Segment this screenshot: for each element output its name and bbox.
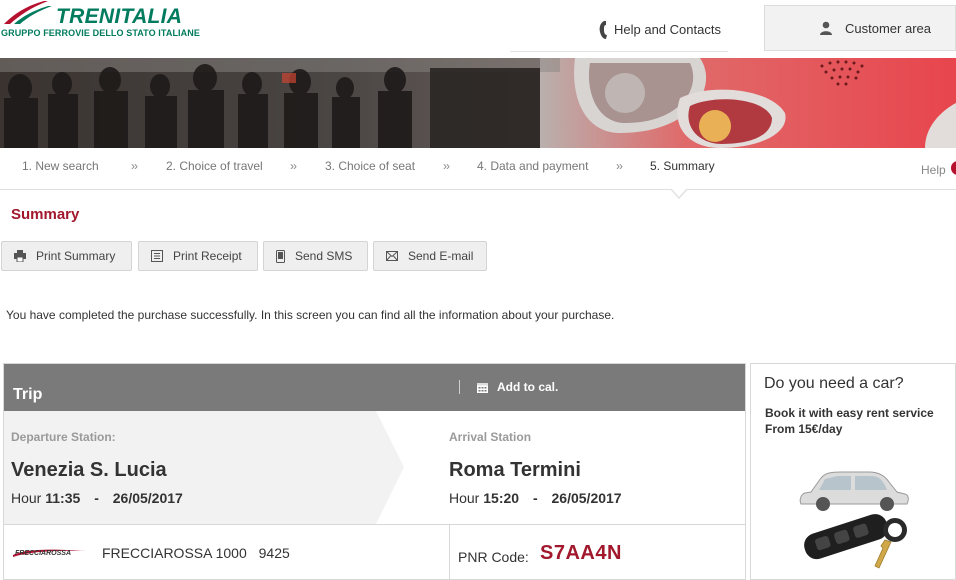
pnr-label: PNR Code: bbox=[458, 549, 529, 565]
help-contacts-label: Help and Contacts bbox=[614, 22, 721, 37]
car-promo-title: Do you need a car? bbox=[764, 375, 904, 392]
car-rental-promo[interactable]: Do you need a car? Book it with easy ren… bbox=[750, 363, 956, 580]
user-icon bbox=[820, 21, 832, 35]
direction-arrow bbox=[376, 411, 404, 524]
step-summary: 5. Summary bbox=[650, 159, 715, 173]
date-separator: - bbox=[94, 490, 99, 506]
train-model: FRECCIAROSSA 1000 bbox=[102, 545, 247, 561]
site-header: TRENITALIA GRUPPO FERROVIE DELLO STATO I… bbox=[0, 0, 956, 58]
phone-icon bbox=[599, 20, 607, 39]
hour-label: Hour bbox=[11, 490, 42, 506]
divider bbox=[459, 380, 460, 394]
arrival-hour: 15:20 bbox=[483, 490, 520, 506]
frecciarossa-logo: FRECCIAROSSA bbox=[13, 549, 87, 557]
divider bbox=[449, 525, 450, 579]
add-to-calendar-button[interactable]: Add to cal. bbox=[477, 380, 558, 394]
trenitalia-logo[interactable]: TRENITALIA GRUPPO FERROVIE DELLO STATO I… bbox=[0, 0, 200, 50]
arrival-time: Hour 15:20 - 26/05/2017 bbox=[449, 490, 622, 506]
step-choice-of-seat[interactable]: 3. Choice of seat bbox=[325, 159, 415, 173]
printer-icon bbox=[14, 250, 26, 262]
print-summary-label: Print Summary bbox=[36, 249, 116, 263]
arrival-label: Arrival Station bbox=[449, 430, 532, 444]
purchase-success-message: You have completed the purchase successf… bbox=[6, 308, 615, 322]
trenitalia-logo-icon bbox=[4, 1, 52, 24]
pnr-code: S7AA4N bbox=[540, 542, 622, 564]
active-step-pointer bbox=[670, 188, 688, 199]
departure-date: 26/05/2017 bbox=[112, 490, 183, 506]
help-icon[interactable] bbox=[951, 161, 956, 175]
receipt-icon bbox=[151, 250, 163, 262]
departure-label: Departure Station: bbox=[11, 430, 116, 444]
customer-area-label: Customer area bbox=[845, 20, 931, 36]
send-email-label: Send E-mail bbox=[408, 249, 474, 263]
car-promo-text: Book it with easy rent service From 15€/… bbox=[765, 405, 945, 437]
mobile-phone-icon bbox=[276, 249, 285, 263]
send-sms-button[interactable]: Send SMS bbox=[263, 241, 368, 271]
brand-name: TRENITALIA bbox=[56, 5, 183, 28]
page-title: Summary bbox=[11, 206, 80, 223]
step-separator: ›› bbox=[131, 159, 138, 173]
customer-area-button[interactable]: Customer area bbox=[764, 5, 956, 51]
send-email-button[interactable]: Send E-mail bbox=[373, 241, 487, 271]
step-separator: ›› bbox=[443, 159, 450, 173]
envelope-icon bbox=[386, 251, 398, 261]
trip-title: Trip bbox=[13, 386, 43, 403]
departure-time: Hour 11:35 - 26/05/2017 bbox=[11, 490, 183, 506]
car-promo-line1: Book it with easy rent service bbox=[765, 406, 934, 420]
train-number: 9425 bbox=[258, 545, 290, 561]
send-sms-label: Send SMS bbox=[295, 249, 353, 263]
banner-image bbox=[0, 58, 956, 148]
help-contacts-link[interactable]: Help and Contacts bbox=[510, 8, 728, 52]
frecciarossa-logo-text: FRECCIAROSSA bbox=[15, 550, 71, 557]
arrival-station: Roma Termini bbox=[449, 459, 581, 481]
booking-steps: 1. New search ›› 2. Choice of travel ›› … bbox=[0, 148, 956, 190]
help-link[interactable]: Help bbox=[921, 163, 946, 177]
step-separator: ›› bbox=[616, 159, 623, 173]
step-separator: ›› bbox=[290, 159, 297, 173]
print-summary-button[interactable]: Print Summary bbox=[1, 241, 132, 271]
add-to-calendar-label: Add to cal. bbox=[497, 380, 559, 394]
hero-banner bbox=[0, 58, 956, 148]
trip-card: Trip Add to cal. Departure Station: Vene… bbox=[3, 363, 746, 580]
train-info-row: FRECCIAROSSA FRECCIAROSSA 1000 9425 PNR … bbox=[4, 524, 745, 579]
departure-hour: 11:35 bbox=[45, 490, 81, 506]
print-receipt-label: Print Receipt bbox=[173, 249, 242, 263]
step-choice-of-travel[interactable]: 2. Choice of travel bbox=[166, 159, 263, 173]
departure-station: Venezia S. Lucia bbox=[11, 459, 167, 481]
print-receipt-button[interactable]: Print Receipt bbox=[138, 241, 258, 271]
car-promo-line2: From 15€/day bbox=[765, 422, 843, 436]
trip-header: Trip Add to cal. bbox=[4, 364, 745, 411]
car-key-icon bbox=[799, 471, 909, 569]
calendar-icon bbox=[477, 382, 488, 393]
train-name: FRECCIAROSSA 1000 9425 bbox=[102, 545, 290, 561]
step-data-and-payment[interactable]: 4. Data and payment bbox=[477, 159, 588, 173]
arrival-date: 26/05/2017 bbox=[551, 490, 622, 506]
brand-subtitle: GRUPPO FERROVIE DELLO STATO ITALIANE bbox=[1, 28, 200, 38]
hour-label: Hour bbox=[449, 490, 480, 506]
step-new-search[interactable]: 1. New search bbox=[22, 159, 99, 173]
date-separator: - bbox=[532, 490, 538, 506]
